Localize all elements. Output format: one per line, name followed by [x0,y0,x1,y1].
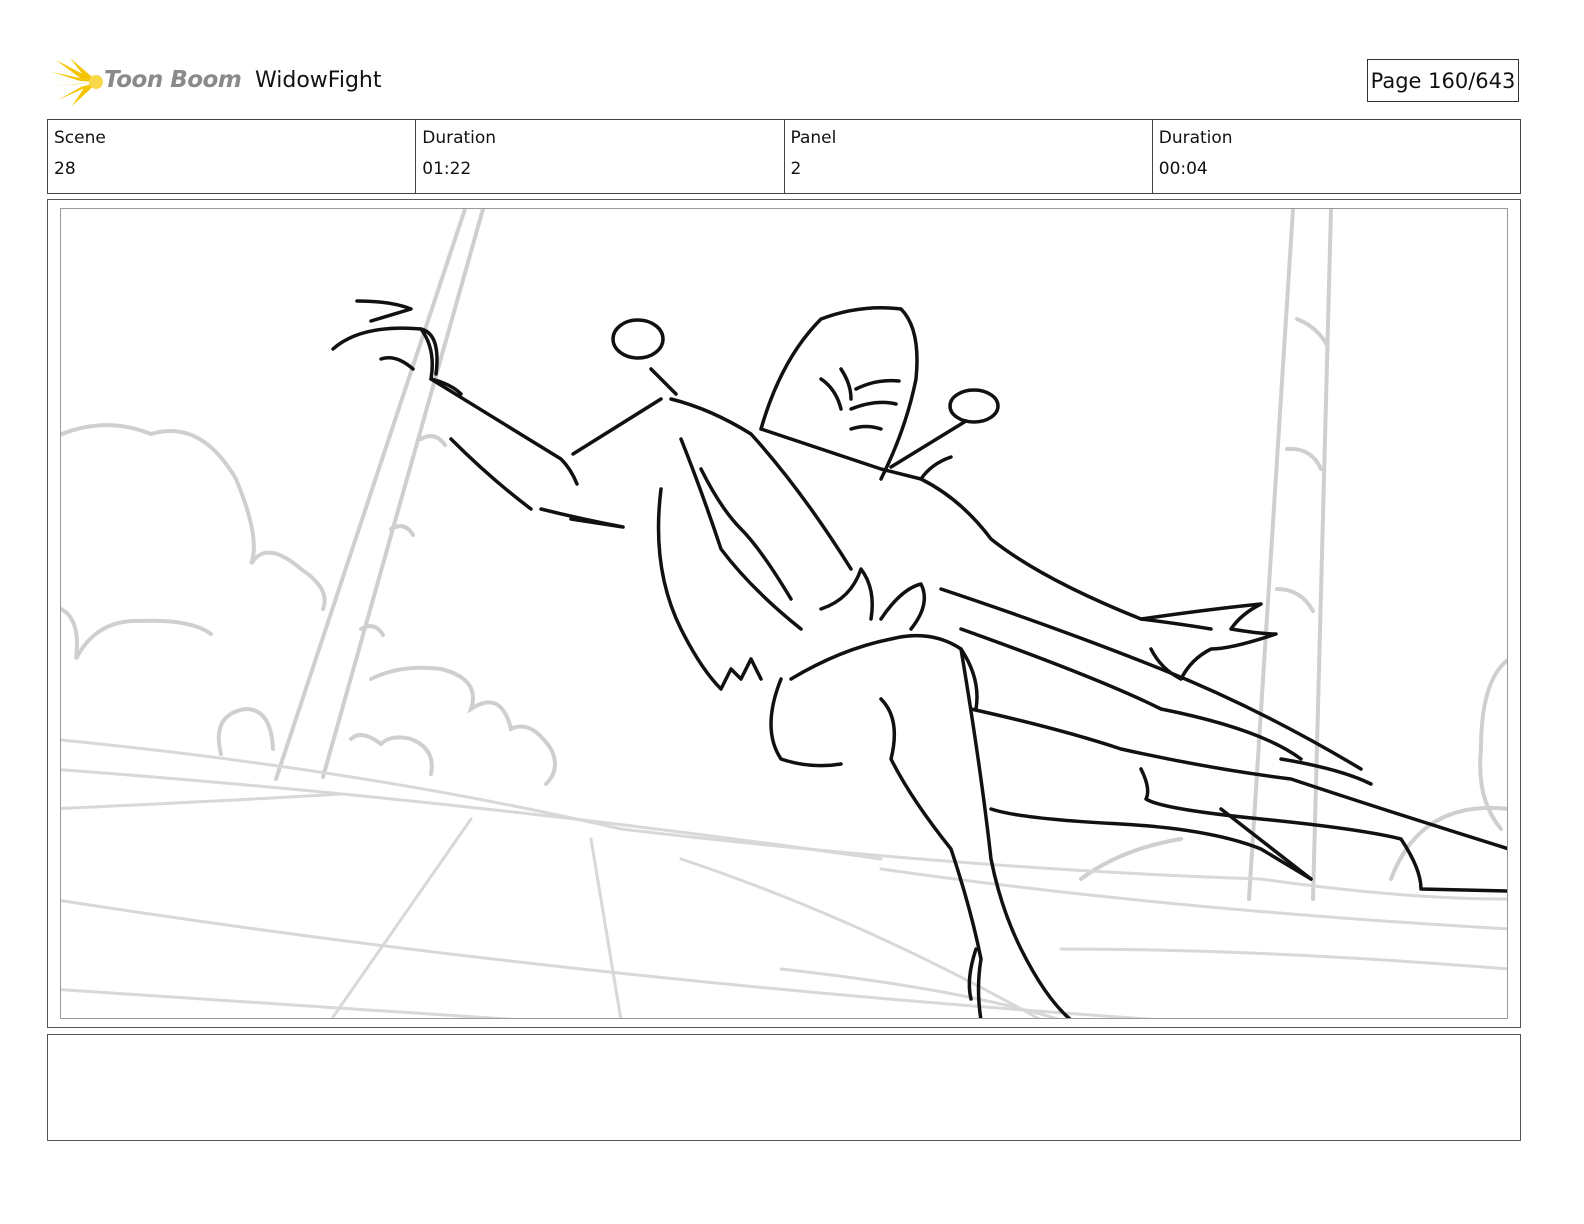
panel-cell: Panel 2 [785,120,1153,193]
panel-duration-label: Duration [1158,128,1233,148]
sketch-drawing [61,209,1507,1018]
panel-duration-cell: Duration 00:04 [1153,120,1520,193]
panel-label: Panel [790,128,837,148]
scene-cell: Scene 28 [48,120,417,193]
background-sketch [61,209,1507,901]
scene-duration-label: Duration [422,128,497,148]
storyboard-panel [47,199,1521,1028]
character-sketch [331,299,1507,1018]
panel-notes-box [47,1034,1521,1141]
scene-info-table: Scene 28 Duration 01:22 Panel 2 Duration… [47,119,1521,194]
panel-duration-value: 00:04 [1158,159,1208,179]
brand-wordmark: Toon Boom [104,67,242,93]
ground-lines [61,738,1507,1018]
panel-drawing-area [60,208,1508,1019]
scene-value: 28 [54,159,76,179]
starburst-icon [52,58,103,106]
scene-duration-value: 01:22 [422,159,472,179]
toon-boom-logo: Toon Boom [50,56,242,108]
panel-value: 2 [790,159,802,179]
project-title: WidowFight [255,68,382,93]
page-indicator: Page 160/643 [1367,59,1519,102]
scene-label: Scene [54,128,106,148]
scene-duration-cell: Duration 01:22 [416,120,785,193]
